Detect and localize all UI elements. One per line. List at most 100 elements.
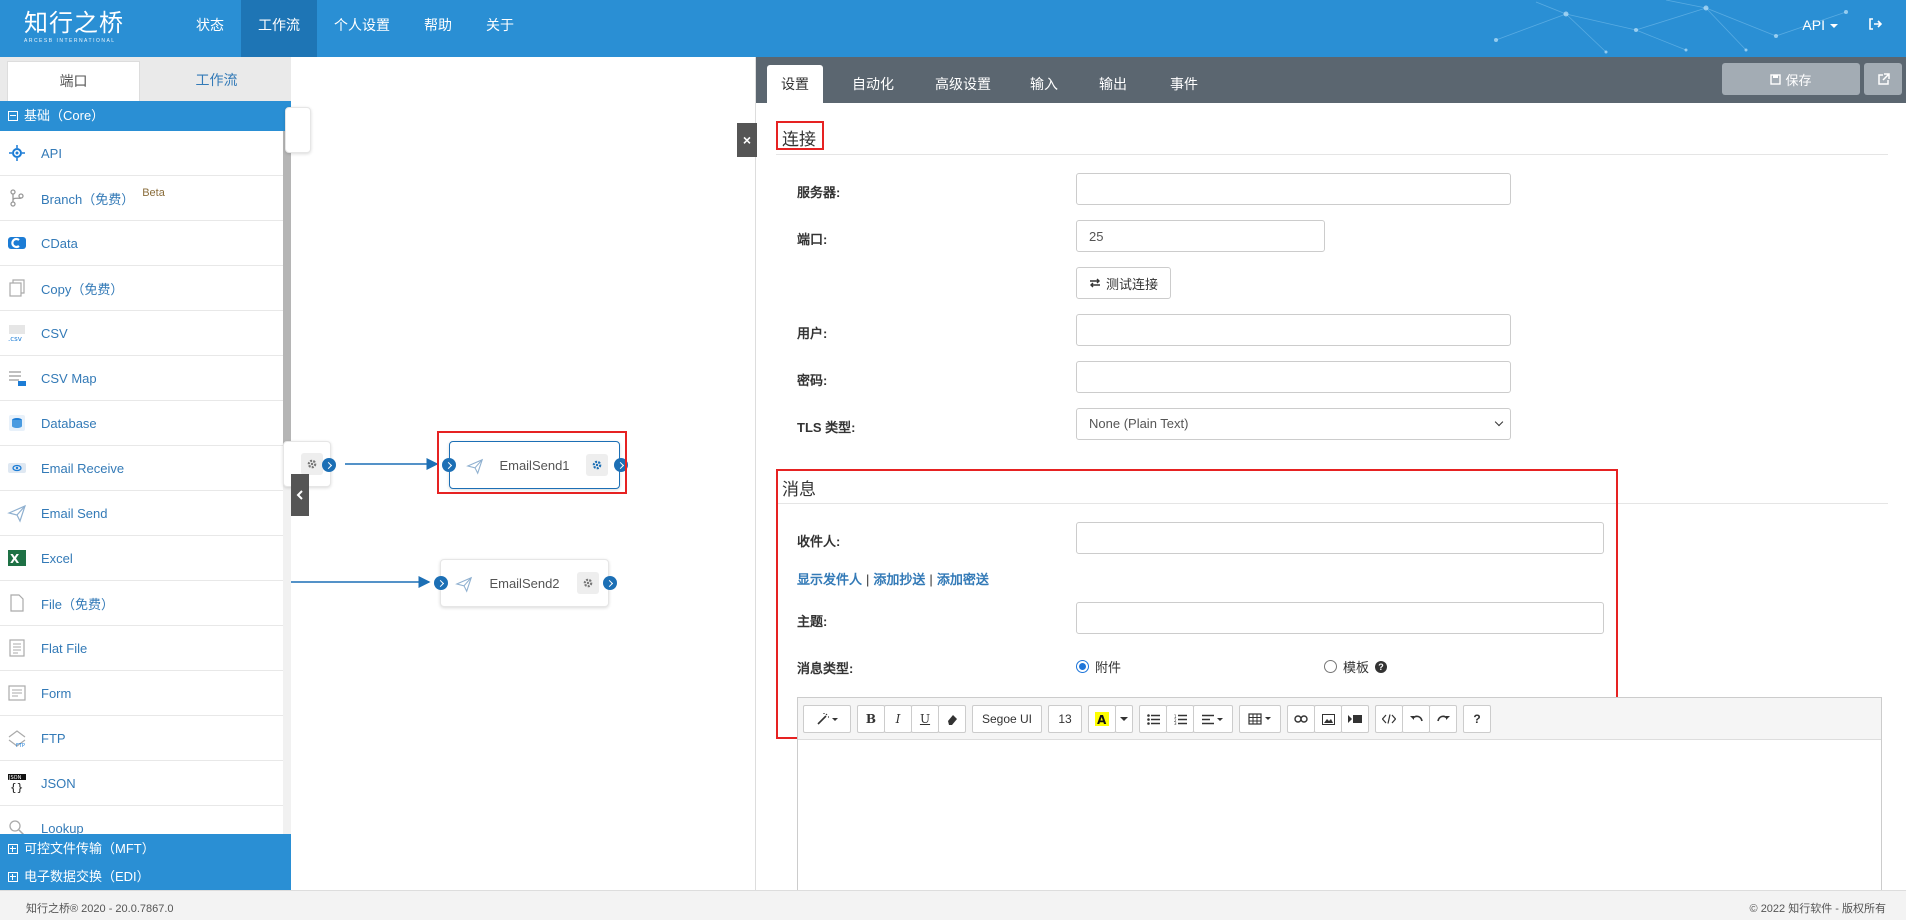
add-bcc-link[interactable]: 添加密送 (937, 572, 989, 587)
subject-label: 主题: (797, 614, 828, 629)
workflow-node-emailsend1[interactable]: EmailSend1 (442, 441, 628, 489)
connector-item-flat-file[interactable]: Flat File (0, 626, 283, 671)
tab-events[interactable]: 事件 (1156, 65, 1212, 103)
connector-item-excel[interactable]: X Excel (0, 536, 283, 581)
underline-icon: U (919, 712, 931, 726)
tab-workflows[interactable]: 工作流 (142, 61, 291, 101)
paragraph-align-dropdown[interactable] (1193, 705, 1233, 733)
font-color-dropdown[interactable] (1115, 705, 1133, 733)
tab-settings[interactable]: 设置 (767, 65, 823, 103)
output-port[interactable] (603, 576, 617, 590)
connector-label: File（免费） (41, 596, 114, 612)
radio-button[interactable] (1324, 660, 1337, 673)
font-size-dropdown[interactable]: 13 (1048, 705, 1082, 733)
tab-connectors[interactable]: 端口 (7, 61, 140, 101)
connector-item-database[interactable]: Database (0, 401, 283, 446)
connector-item-csv[interactable]: .csv CSV (0, 311, 283, 356)
help-icon[interactable]: ? (1375, 660, 1388, 673)
subject-input[interactable] (1076, 602, 1604, 634)
port-input[interactable] (1076, 220, 1325, 252)
editor-content[interactable] (798, 740, 1881, 896)
external-link-button[interactable] (1864, 63, 1902, 95)
bullet-list-button[interactable] (1139, 705, 1167, 733)
undo-button[interactable] (1402, 705, 1430, 733)
help-button[interactable]: ? (1463, 705, 1491, 733)
connector-item-cdata[interactable]: CData (0, 221, 283, 266)
connector-item-json[interactable]: JSON{} JSON (0, 761, 283, 806)
logo[interactable]: 知行之桥 ARCESB INTERNATIONAL (24, 9, 124, 49)
image-icon (1321, 713, 1335, 725)
nav-workflow[interactable]: 工作流 (241, 0, 317, 57)
nav-status[interactable]: 状态 (179, 0, 241, 57)
tls-type-select[interactable]: None (Plain Text) (1076, 408, 1511, 440)
scrollbar-thumb[interactable] (283, 131, 291, 471)
font-name-dropdown[interactable]: Segoe UI (972, 705, 1042, 733)
connector-item-email-receive[interactable]: Email Receive (0, 446, 283, 491)
user-input[interactable] (1076, 314, 1511, 346)
add-cc-link[interactable]: 添加抄送 (873, 572, 925, 587)
show-from-link[interactable]: 显示发件人 (797, 572, 862, 587)
eraser-button[interactable] (938, 705, 966, 733)
connector-item-csv-map[interactable]: CSV Map (0, 356, 283, 401)
collapse-sidebar-button[interactable] (291, 474, 309, 516)
bold-button[interactable]: B (857, 705, 885, 733)
output-port[interactable] (614, 458, 628, 472)
gear-icon[interactable] (586, 454, 608, 476)
tab-input[interactable]: 输入 (1016, 65, 1072, 103)
code-view-button[interactable] (1375, 705, 1403, 733)
version-text: 知行之桥® 2020 - 20.0.7867.0 (26, 903, 174, 915)
test-connection-button[interactable]: 测试连接 (1076, 267, 1171, 299)
video-button[interactable] (1341, 705, 1369, 733)
radio-template[interactable]: 模板 ? (1324, 657, 1388, 676)
italic-button[interactable]: I (884, 705, 912, 733)
question-icon: ? (1473, 712, 1481, 726)
save-button[interactable]: 保存 (1722, 63, 1860, 95)
numbered-list-button[interactable]: 123 (1166, 705, 1194, 733)
table-dropdown[interactable] (1239, 705, 1281, 733)
user-menu[interactable]: API (1802, 17, 1838, 33)
connector-item-copy[interactable]: Copy（免费） (0, 266, 283, 311)
code-icon (1382, 714, 1396, 724)
connector-item-api[interactable]: API (0, 131, 283, 176)
workflow-node-emailsend2[interactable]: EmailSend2 (434, 559, 617, 607)
logout-icon[interactable] (1868, 17, 1883, 34)
magic-style-button[interactable] (803, 705, 851, 733)
redo-button[interactable] (1429, 705, 1457, 733)
tab-output[interactable]: 输出 (1085, 65, 1141, 103)
close-panel-button[interactable]: × (737, 123, 757, 157)
link-button[interactable] (1287, 705, 1315, 733)
connector-item-lookup[interactable]: Lookup (0, 806, 283, 834)
connector-item-form[interactable]: Form (0, 671, 283, 716)
image-button[interactable] (1314, 705, 1342, 733)
tab-advanced[interactable]: 高级设置 (921, 65, 1005, 103)
plus-box-icon (8, 872, 18, 882)
tab-automation[interactable]: 自动化 (838, 65, 908, 103)
server-input[interactable] (1076, 173, 1511, 205)
radio-attachment[interactable]: 附件 (1076, 657, 1121, 676)
user-label: 用户: (797, 326, 828, 341)
radio-button-checked[interactable] (1076, 660, 1089, 673)
form-icon (7, 683, 27, 703)
underline-button[interactable]: U (911, 705, 939, 733)
category-edi-header[interactable]: 电子数据交换（EDI） (0, 864, 291, 890)
category-core-header[interactable]: 基础（Core） (0, 101, 291, 131)
to-input[interactable] (1076, 522, 1604, 554)
input-port[interactable] (442, 458, 456, 472)
gear-icon[interactable] (577, 572, 599, 594)
video-icon (1348, 715, 1362, 723)
input-port[interactable] (434, 576, 448, 590)
nav-about[interactable]: 关于 (469, 0, 531, 57)
connector-item-email-send[interactable]: Email Send (0, 491, 283, 536)
connector-item-file[interactable]: File（免费） (0, 581, 283, 626)
connector-item-ftp[interactable]: FTP FTP (0, 716, 283, 761)
password-input[interactable] (1076, 361, 1511, 393)
workflow-canvas[interactable]: EmailSend1 EmailSend2 (283, 57, 756, 890)
category-mft-header[interactable]: 可控文件传输（MFT） (0, 834, 291, 864)
bold-icon: B (865, 712, 877, 726)
connector-item-branch[interactable]: Branch（免费） Beta (0, 176, 283, 221)
svg-text:.csv: .csv (8, 335, 22, 343)
font-color-button[interactable]: A (1088, 705, 1116, 733)
nav-help[interactable]: 帮助 (407, 0, 469, 57)
nav-profile[interactable]: 个人设置 (317, 0, 407, 57)
logo-subtext: ARCESB INTERNATIONAL (24, 38, 116, 44)
